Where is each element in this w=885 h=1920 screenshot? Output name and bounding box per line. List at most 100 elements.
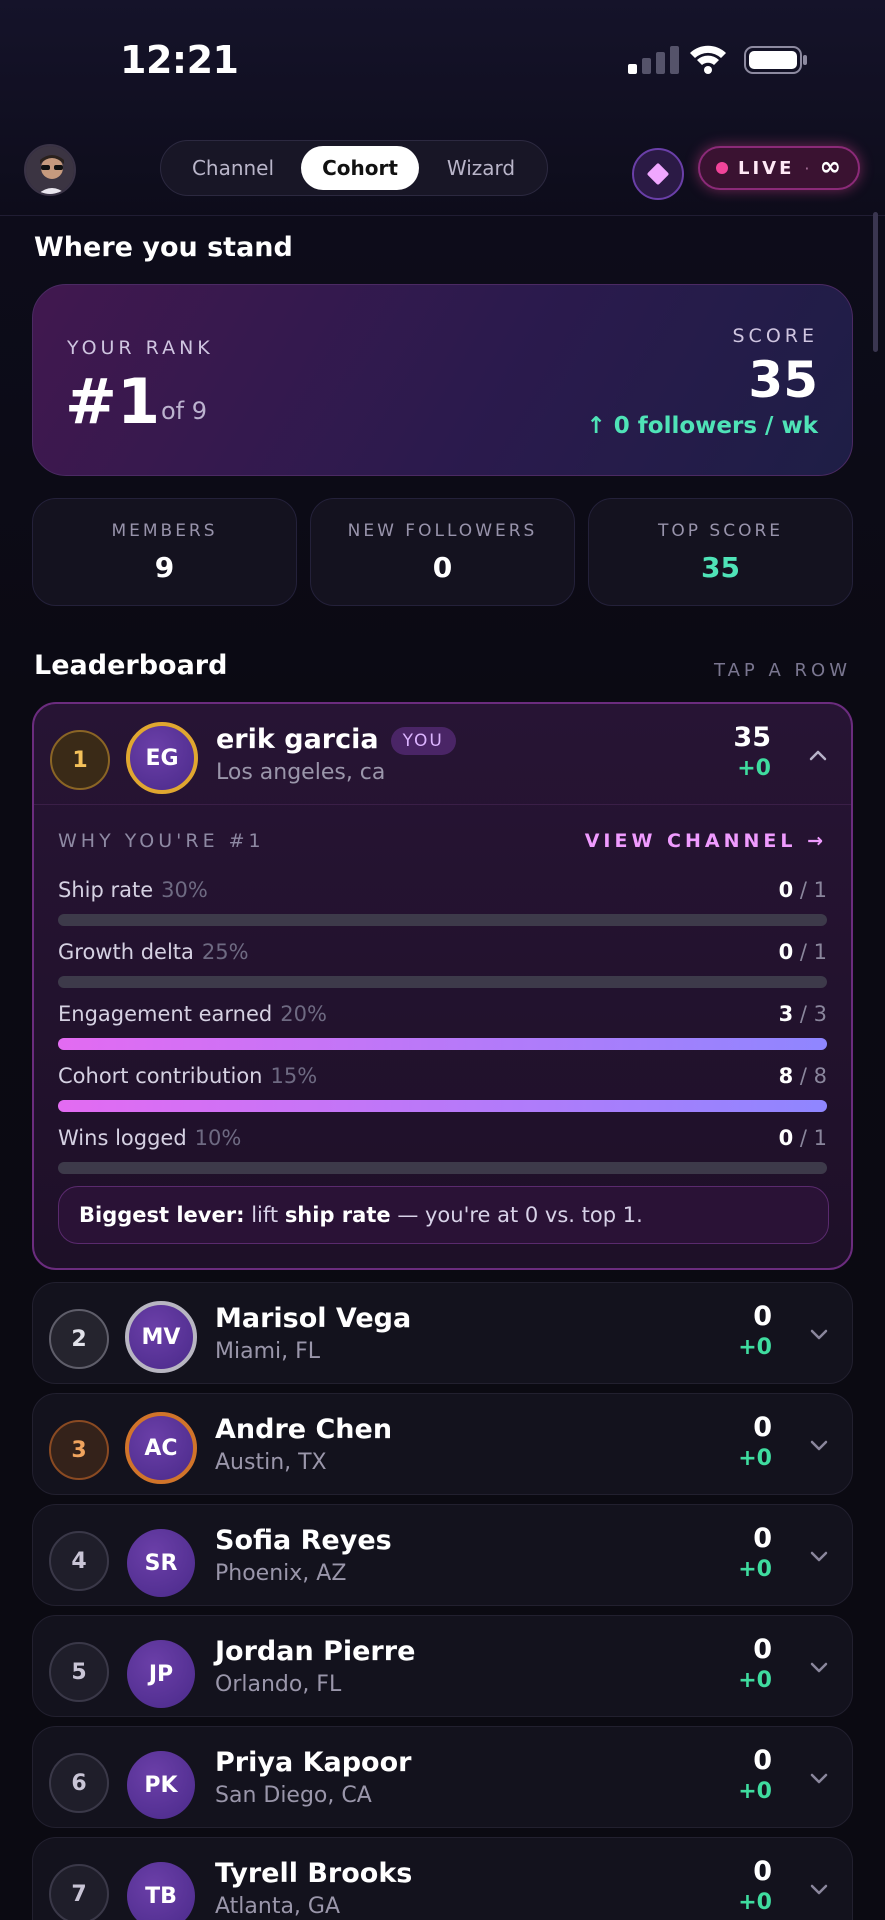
lever-metric: ship rate (284, 1203, 391, 1227)
live-separator: · (804, 158, 810, 178)
chevron-down-icon[interactable] (808, 1323, 830, 1345)
metric-cohort-contribution: Cohort contribution 15% 8 / 8 (58, 1064, 827, 1114)
rank-badge: 6 (49, 1753, 109, 1813)
member-city: Atlanta, GA (215, 1894, 341, 1919)
metric-max: / 1 (799, 940, 827, 964)
profile-avatar[interactable] (24, 144, 76, 196)
chevron-down-icon[interactable] (808, 1878, 830, 1900)
member-city: Orlando, FL (215, 1672, 342, 1697)
metric-track (58, 976, 827, 988)
tab-wizard[interactable]: Wizard (419, 146, 543, 190)
member-name: Priya Kapoor (215, 1747, 412, 1778)
view-channel-link[interactable]: VIEW CHANNEL → (585, 830, 827, 852)
tab-channel[interactable]: Channel (165, 146, 301, 190)
stat-value: 35 (701, 551, 740, 584)
member-name: erik garcia YOU (216, 724, 456, 755)
lever-prefix: Biggest lever: (79, 1203, 245, 1227)
cellular-signal-icon (628, 46, 679, 74)
scrollbar[interactable] (873, 212, 878, 352)
metric-track (58, 1162, 827, 1174)
rank-badge: 2 (49, 1309, 109, 1369)
you-badge: YOU (390, 726, 456, 755)
standing-title: Where you stand (34, 232, 293, 263)
live-pill[interactable]: LIVE · ∞ (698, 146, 860, 190)
member-delta: +0 (738, 1335, 772, 1360)
metric-current: 0 (778, 940, 794, 964)
member-score: 0 (753, 1745, 772, 1776)
battery-icon (744, 46, 807, 74)
avatar: PK (127, 1751, 195, 1819)
leaderboard-row-3[interactable]: 3 AC Andre Chen Austin, TX 0 +0 (32, 1393, 853, 1495)
live-dot-icon (716, 162, 728, 174)
chevron-down-icon[interactable] (808, 1434, 830, 1456)
member-score: 0 (753, 1856, 772, 1887)
member-score: 0 (753, 1523, 772, 1554)
member-delta: +0 (737, 756, 771, 781)
member-delta: +0 (738, 1890, 772, 1915)
stat-value: 9 (154, 551, 175, 584)
rank-label: YOUR RANK (67, 337, 214, 359)
infinity-icon: ∞ (819, 151, 842, 182)
gem-button[interactable] (632, 148, 684, 200)
followers-rate: ↑ 0 followers / wk (586, 413, 818, 439)
metric-ship-rate: Ship rate 30% 0 / 1 (58, 878, 827, 928)
metric-name: Engagement earned 20% (58, 1002, 327, 1026)
leaderboard-row-2[interactable]: 2 MV Marisol Vega Miami, FL 0 +0 (32, 1282, 853, 1384)
avatar: MV (125, 1301, 197, 1373)
rank-value: #1 (65, 365, 161, 438)
metric-current: 8 (778, 1064, 794, 1088)
member-name: Marisol Vega (215, 1303, 412, 1334)
leaderboard-row-4[interactable]: 4 SR Sofia Reyes Phoenix, AZ 0 +0 (32, 1504, 853, 1606)
leaderboard-row-6[interactable]: 6 PK Priya Kapoor San Diego, CA 0 +0 (32, 1726, 853, 1828)
leaderboard-row-7[interactable]: 7 TB Tyrell Brooks Atlanta, GA 0 +0 (32, 1837, 853, 1920)
metric-max: / 1 (799, 878, 827, 902)
tab-cohort[interactable]: Cohort (301, 146, 419, 190)
rank-badge: 5 (49, 1642, 109, 1702)
avatar: SR (127, 1529, 195, 1597)
rank-of: of 9 (161, 397, 208, 425)
metric-track (58, 914, 827, 926)
status-time: 12:21 (120, 38, 239, 82)
metric-weight: 25% (201, 940, 249, 964)
rank-badge: 3 (49, 1420, 109, 1480)
wifi-icon (690, 45, 726, 74)
chevron-down-icon[interactable] (808, 1545, 830, 1567)
avatar: AC (125, 1412, 197, 1484)
metric-current: 0 (778, 878, 794, 902)
chevron-down-icon[interactable] (808, 1656, 830, 1678)
metric-name-text: Cohort contribution (58, 1064, 263, 1088)
member-name: Sofia Reyes (215, 1525, 392, 1556)
stat-members: MEMBERS 9 (32, 498, 297, 606)
metric-max: / 1 (799, 1126, 827, 1150)
stat-label: NEW FOLLOWERS (347, 521, 538, 541)
stat-top-score: TOP SCORE 35 (588, 498, 853, 606)
member-score: 0 (753, 1634, 772, 1665)
rank-badge: 4 (49, 1531, 109, 1591)
stat-new-followers: NEW FOLLOWERS 0 (310, 498, 575, 606)
stat-label: MEMBERS (111, 521, 218, 541)
metric-value: 8 / 8 (779, 1064, 827, 1088)
stat-label: TOP SCORE (657, 521, 783, 541)
metric-value: 0 / 1 (779, 878, 827, 902)
metric-weight: 10% (194, 1126, 242, 1150)
lever-suffix: — you're at 0 vs. top 1. (397, 1203, 643, 1227)
chevron-up-icon[interactable] (807, 744, 829, 766)
metric-current: 3 (778, 1002, 794, 1026)
status-bar: 12:21 (0, 0, 885, 120)
metric-name: Growth delta 25% (58, 940, 249, 964)
leaderboard-row-5[interactable]: 5 JP Jordan Pierre Orlando, FL 0 +0 (32, 1615, 853, 1717)
biggest-lever-callout: Biggest lever: lift ship rate — you're a… (58, 1186, 829, 1244)
avatar: JP (127, 1640, 195, 1708)
top-nav: Channel Cohort Wizard LIVE · ∞ (0, 130, 885, 216)
leaderboard-row-1[interactable]: 1 EG erik garcia YOU Los angeles, ca 35 +… (32, 702, 853, 1270)
stat-value: 0 (432, 551, 453, 584)
metric-fill (58, 1038, 827, 1050)
metric-weight: 20% (280, 1002, 327, 1026)
member-city: Phoenix, AZ (215, 1561, 347, 1586)
avatar: TB (127, 1862, 195, 1920)
member-city: San Diego, CA (215, 1783, 372, 1808)
member-name: Jordan Pierre (215, 1636, 416, 1667)
metric-weight: 15% (270, 1064, 318, 1088)
chevron-down-icon[interactable] (808, 1767, 830, 1789)
metric-track (58, 1100, 827, 1112)
